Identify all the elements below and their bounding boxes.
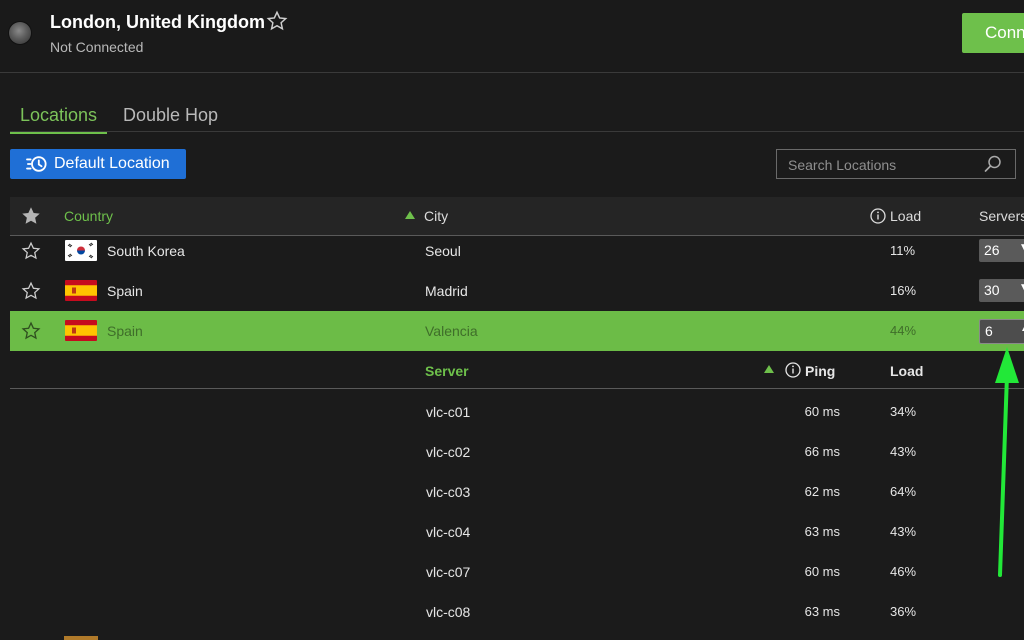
row-load: 44% (890, 323, 917, 338)
star-outline-icon[interactable] (20, 281, 42, 301)
servers-toggle[interactable]: 26 ▼ (979, 239, 1024, 262)
server-load: 46% (890, 564, 917, 579)
server-ping: 66 ms (804, 444, 840, 459)
sort-ascending-icon (405, 211, 415, 219)
row-country: Spain (107, 323, 143, 339)
search-box[interactable] (776, 149, 1016, 180)
server-ping: 62 ms (804, 484, 840, 499)
tab-double-hop[interactable]: Double Hop (123, 105, 218, 126)
server-row[interactable]: vlc-c03 62 ms 64% (10, 471, 1024, 511)
status-indicator-icon (9, 22, 31, 44)
column-ping[interactable]: Ping (805, 363, 835, 379)
column-servers[interactable]: Servers (979, 208, 1024, 224)
servers-toggle[interactable]: 30 ▼ (979, 279, 1024, 302)
connection-header: London, United Kingdom Not Connected Con… (0, 0, 1024, 73)
server-row[interactable]: vlc-c04 63 ms 43% (10, 511, 1024, 551)
location-row-seoul[interactable]: South Korea Seoul 11% 26 ▼ (10, 231, 1024, 271)
connection-status: Not Connected (50, 39, 144, 55)
row-country: Spain (107, 283, 143, 299)
server-ping: 60 ms (804, 564, 840, 579)
clock-restore-icon (26, 156, 47, 172)
server-ping: 63 ms (804, 524, 840, 539)
column-country[interactable]: Country (64, 208, 113, 224)
server-ping: 63 ms (804, 604, 840, 619)
chevron-down-icon: ▼ (1019, 242, 1024, 253)
es-flag-icon (65, 320, 97, 341)
servers-toggle[interactable]: 6 ▲ (979, 319, 1024, 344)
server-row[interactable]: vlc-c08 63 ms 36% (10, 591, 1024, 631)
row-city: Valencia (425, 323, 478, 339)
server-name: vlc-c03 (426, 484, 471, 500)
connect-button[interactable]: Connect (962, 13, 1024, 53)
tab-locations[interactable]: Locations (10, 105, 108, 134)
star-outline-icon[interactable] (20, 321, 42, 341)
info-icon[interactable] (785, 362, 801, 378)
server-count: 6 (985, 323, 993, 339)
current-location-title: London, United Kingdom (50, 12, 265, 32)
server-load: 43% (890, 524, 917, 539)
server-row[interactable]: vlc-c02 66 ms 43% (10, 431, 1024, 471)
column-city[interactable]: City (424, 208, 448, 224)
search-input[interactable] (777, 150, 990, 180)
next-row-flag-partial (64, 636, 98, 640)
server-name: vlc-c01 (426, 404, 471, 420)
server-name: vlc-c02 (426, 444, 471, 460)
star-filled-icon[interactable] (20, 205, 42, 227)
row-country: South Korea (107, 243, 185, 259)
server-load: 36% (890, 604, 917, 619)
server-name: vlc-c04 (426, 524, 471, 540)
column-load[interactable]: Load (890, 208, 921, 224)
es-flag-icon (65, 280, 97, 301)
kr-flag-icon (65, 240, 97, 261)
star-outline-icon[interactable] (20, 241, 42, 261)
favorite-star-icon[interactable] (266, 10, 288, 32)
location-row-valencia[interactable]: Spain Valencia 44% 6 ▲ (10, 311, 1024, 351)
column-server[interactable]: Server (425, 363, 469, 379)
server-count: 30 (984, 282, 1000, 298)
row-load: 16% (890, 283, 917, 298)
info-icon[interactable] (870, 208, 886, 224)
server-ping: 60 ms (804, 404, 840, 419)
server-name: vlc-c08 (426, 604, 471, 620)
tabs-divider (10, 131, 1024, 132)
chevron-down-icon: ▼ (1019, 282, 1024, 293)
server-load: 34% (890, 404, 917, 419)
annotation-arrow-icon (995, 347, 1019, 577)
search-icon[interactable] (983, 154, 1003, 174)
server-count: 26 (984, 242, 1000, 258)
location-row-madrid[interactable]: Spain Madrid 16% 30 ▼ (10, 271, 1024, 311)
default-location-button[interactable]: Default Location (10, 149, 186, 179)
server-name: vlc-c07 (426, 564, 471, 580)
server-table-header: Server Ping Load (10, 350, 1024, 389)
server-load: 43% (890, 444, 917, 459)
default-location-label: Default Location (54, 155, 170, 172)
server-row[interactable]: vlc-c07 60 ms 46% (10, 551, 1024, 591)
sort-ascending-icon (764, 365, 774, 373)
server-row[interactable]: vlc-c01 60 ms 34% (10, 391, 1024, 431)
column-server-load[interactable]: Load (890, 363, 923, 379)
row-load: 11% (890, 243, 916, 258)
row-city: Seoul (425, 243, 461, 259)
chevron-up-icon: ▲ (1020, 323, 1024, 334)
row-city: Madrid (425, 283, 468, 299)
server-load: 64% (890, 484, 917, 499)
